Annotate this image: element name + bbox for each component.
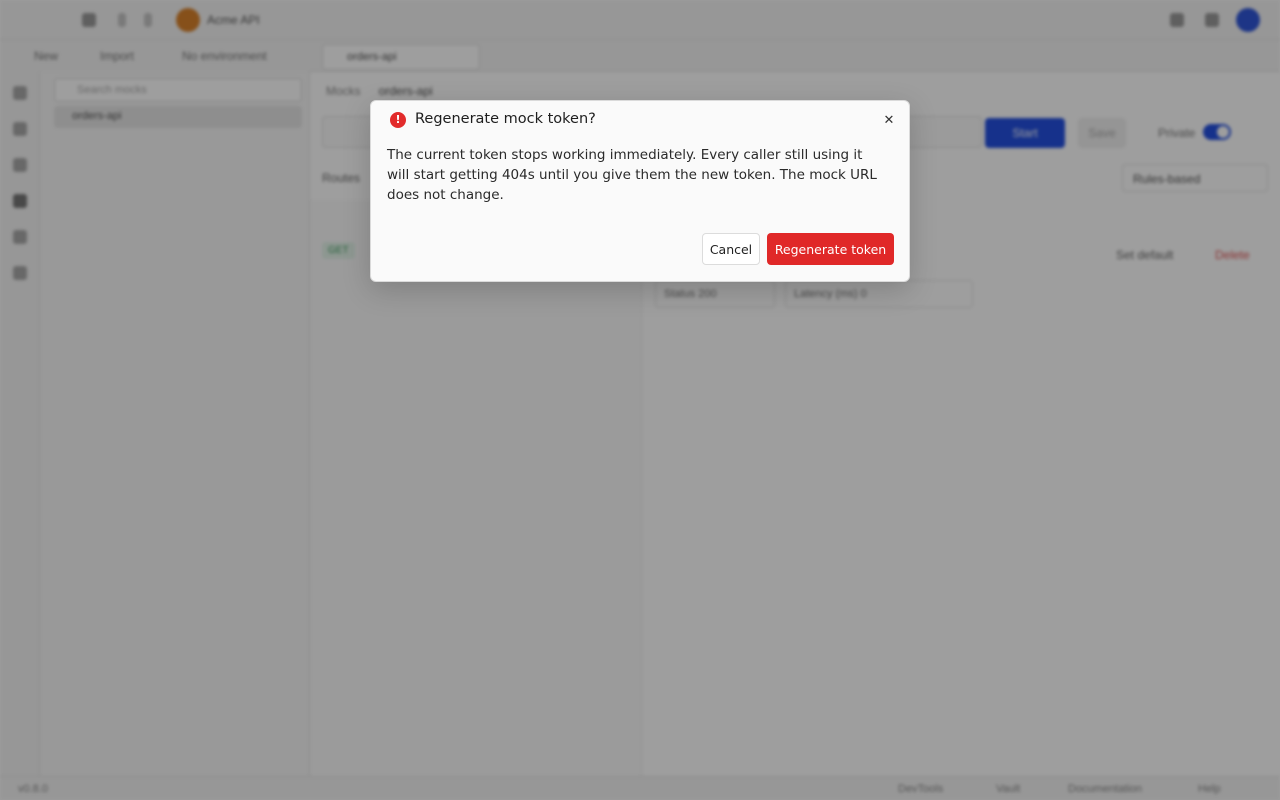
dialog-message: The current token stops working immediat… <box>387 147 877 203</box>
regenerate-token-button[interactable]: Regenerate token <box>767 233 894 265</box>
regenerate-token-dialog: ! Regenerate mock token? ✕ The current t… <box>370 100 910 282</box>
alert-circle-icon: ! <box>390 112 406 128</box>
cancel-button[interactable]: Cancel <box>702 233 760 265</box>
dialog-title: Regenerate mock token? <box>415 111 596 127</box>
close-icon[interactable]: ✕ <box>881 113 897 129</box>
